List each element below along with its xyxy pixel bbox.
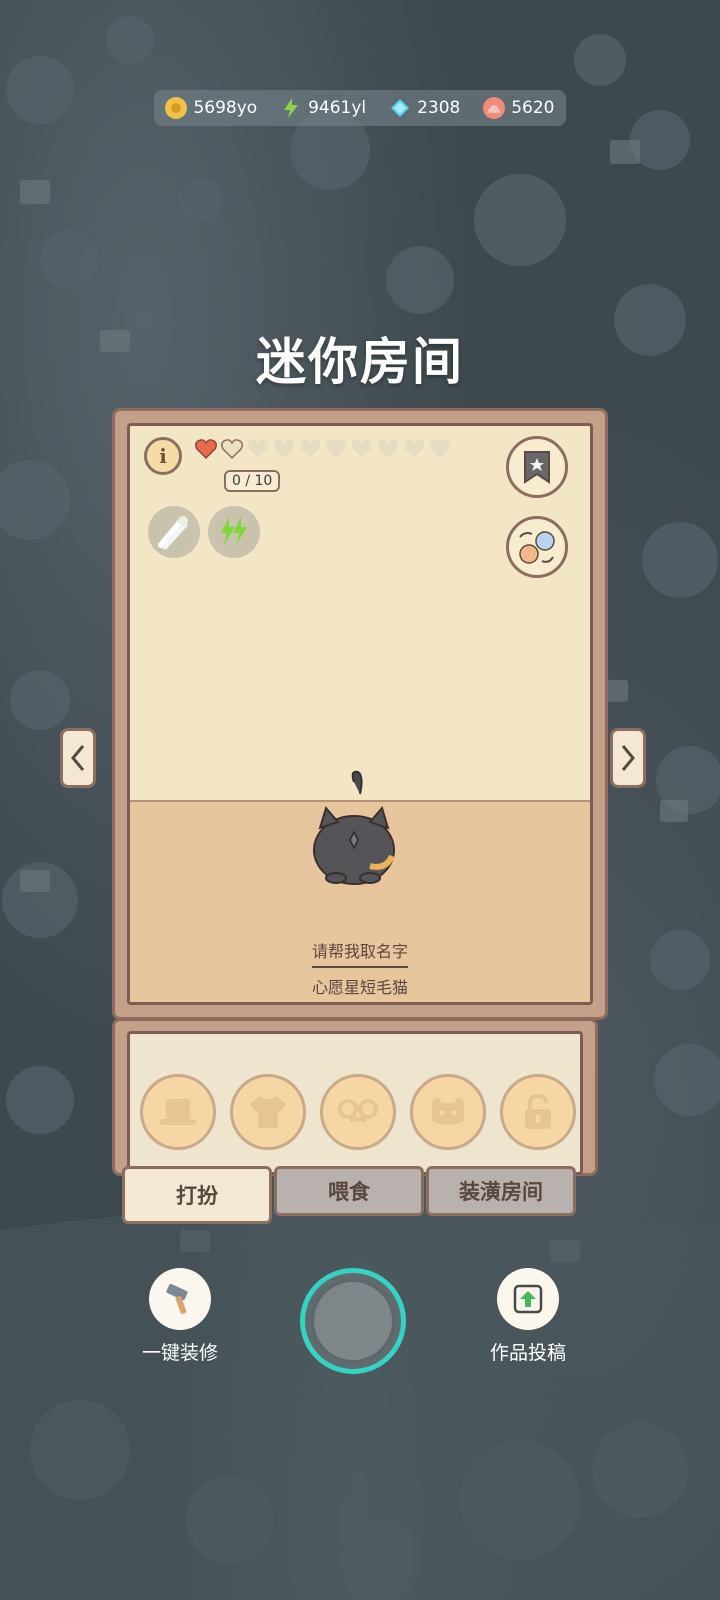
coin-value: 5698yo [193,98,258,118]
hammer-icon [166,1283,188,1314]
heart-empty-icon [403,439,425,458]
celery-icon [158,516,188,550]
room-panel: i 0 / 10 请帮我取名字 心愿星短毛猫 [112,408,608,1020]
lightning-icon [280,97,302,119]
submit-work-action[interactable]: 作品投稿 [480,1268,576,1365]
double-lightning-icon [221,517,247,545]
quick-decorate-action[interactable]: 一键装修 [132,1268,228,1365]
tab-dress-up-label: 打扮 [176,1184,218,1208]
energy-buff[interactable] [208,506,260,558]
submit-work-button[interactable] [497,1268,559,1330]
affection-progress: 0 / 10 [224,470,281,492]
celery-buff[interactable] [148,506,200,558]
lock-icon [525,1093,551,1129]
shell-icon [483,97,506,119]
glasses-icon [338,1099,378,1123]
energy-value: 9461yl [308,98,367,118]
outfit-panel [112,1018,598,1176]
tab-dress-up[interactable]: 打扮 [122,1166,272,1224]
cat-breed: 心愿星短毛猫 [311,978,408,997]
locked-slot[interactable] [500,1074,576,1150]
page-title: 迷你房间 [256,333,464,391]
resource-bar: 5698yo 9461yl 2308 5620 [154,90,566,126]
upload-icon [513,1284,543,1314]
gem-icon [389,97,411,119]
hat-slot[interactable] [140,1074,216,1150]
face-slot[interactable] [410,1074,486,1150]
resource-coin[interactable]: 5698yo [165,97,257,119]
switch-cat-button[interactable] [506,516,568,578]
cats-swap-icon [519,531,555,564]
heart-empty-icon [220,439,244,460]
heart-empty-icon [429,439,451,458]
tab-decorate-room-label: 装潢房间 [459,1180,543,1204]
room-view: i 0 / 10 请帮我取名字 心愿星短毛猫 [127,423,593,1005]
heart-empty-icon [299,439,321,458]
tab-decorate-room[interactable]: 装潢房间 [426,1166,576,1216]
face-icon [432,1097,464,1125]
coin-icon [165,97,188,119]
tab-feed-label: 喂食 [328,1180,370,1204]
prev-cat-arrow[interactable] [60,728,96,788]
gem-value: 2308 [417,98,461,118]
bookmark-button[interactable] [506,436,568,498]
resource-gem[interactable]: 2308 [389,97,460,119]
cat-name-prompt[interactable]: 请帮我取名字 [311,938,408,968]
heart-empty-icon [247,439,269,458]
resource-shell[interactable]: 5620 [483,97,555,119]
resource-energy[interactable]: 9461yl [280,97,366,119]
center-action-inner [311,1279,395,1363]
chevron-right-icon [621,745,635,771]
bookmark-star-icon [524,451,550,484]
cat-sprite[interactable] [308,770,400,890]
affection-hearts [194,438,452,460]
shirt-slot[interactable] [230,1074,306,1150]
heart-filled-icon [194,439,218,460]
chevron-left-icon [71,745,85,771]
center-action-button[interactable] [300,1268,406,1374]
heart-empty-icon [273,439,295,458]
quick-decorate-label: 一键装修 [141,1342,218,1364]
next-cat-arrow[interactable] [610,728,646,788]
heart-empty-icon [351,439,373,458]
submit-work-label: 作品投稿 [489,1342,566,1364]
tab-feed[interactable]: 喂食 [274,1166,424,1216]
shell-value: 5620 [511,98,555,118]
heart-empty-icon [377,439,399,458]
quick-decorate-button[interactable] [149,1268,211,1330]
outfit-slot-area [127,1031,583,1175]
info-button[interactable]: i [144,437,182,475]
cat-info: 请帮我取名字 心愿星短毛猫 [130,938,590,998]
hat-icon [160,1099,196,1125]
shirt-icon [250,1096,286,1128]
heart-empty-icon [325,439,347,458]
glasses-slot[interactable] [320,1074,396,1150]
